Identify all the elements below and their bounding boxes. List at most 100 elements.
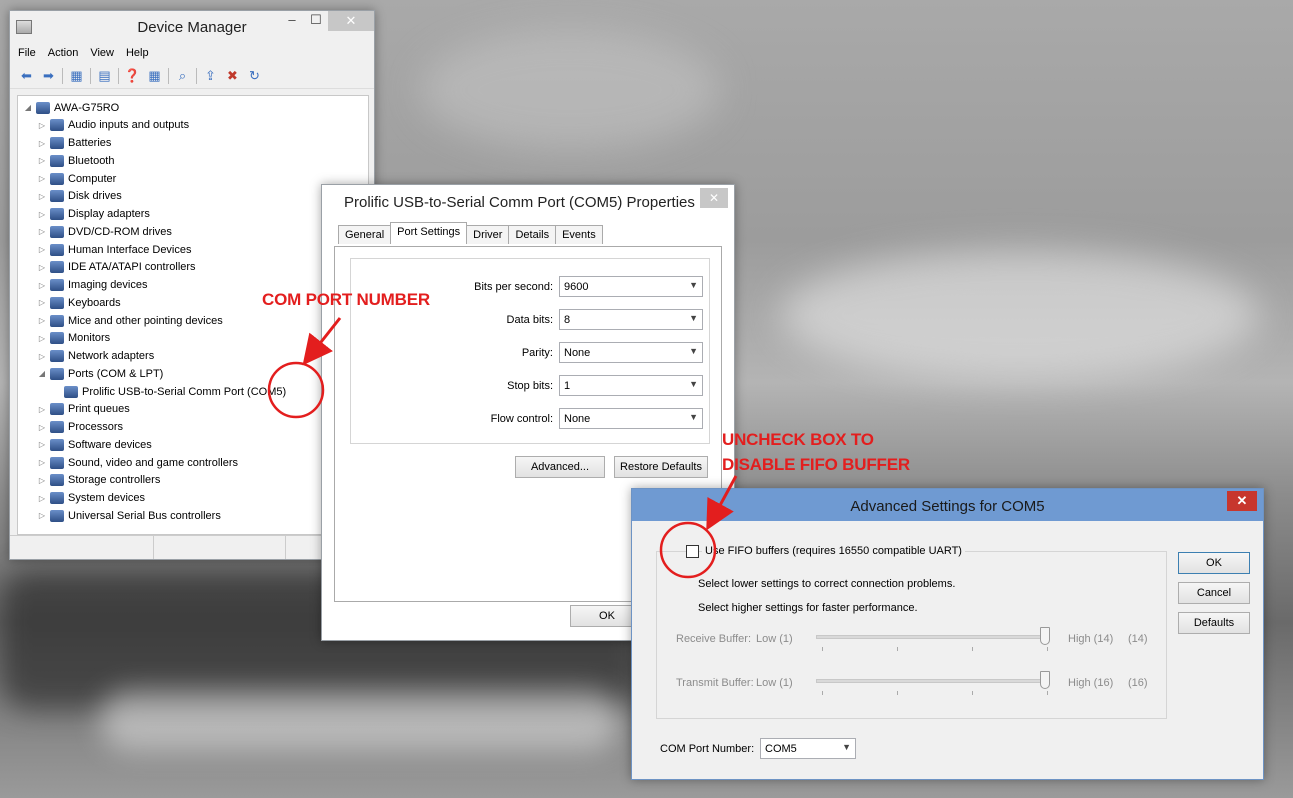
adv-defaults-button[interactable]: Defaults <box>1178 612 1250 634</box>
bits-per-second-value: 9600 <box>564 280 589 293</box>
bits-per-second-select[interactable]: 9600 ▼ <box>559 276 703 297</box>
expander-icon[interactable]: ▷ <box>36 511 48 520</box>
advanced-close-button[interactable]: ✕ <box>1227 491 1257 511</box>
expander-icon[interactable]: ▷ <box>36 476 48 485</box>
expander-icon[interactable]: ▷ <box>36 139 48 148</box>
parity-select[interactable]: None ▼ <box>559 342 703 363</box>
expander-icon[interactable]: ▷ <box>36 334 48 343</box>
tree-item[interactable]: ▷ Keyboards <box>36 294 121 311</box>
com-port-number-select[interactable]: COM5 ▼ <box>760 738 856 759</box>
minimize-button[interactable]: – <box>280 11 304 31</box>
tree-item[interactable]: ▷ Mice and other pointing devices <box>36 312 223 329</box>
menu-help[interactable]: Help <box>126 47 149 59</box>
expander-icon[interactable]: ▷ <box>36 121 48 130</box>
expander-icon[interactable]: ▷ <box>36 458 48 467</box>
flow-control-select[interactable]: None ▼ <box>559 408 703 429</box>
expander-icon[interactable]: ◢ <box>36 369 48 378</box>
expander-icon[interactable]: ▷ <box>36 281 48 290</box>
expander-icon[interactable]: ▷ <box>36 440 48 449</box>
view-icon[interactable]: ▦ <box>146 68 163 84</box>
tab-port-settings[interactable]: Port Settings <box>390 222 468 244</box>
flow-control-value: None <box>564 412 591 425</box>
expander-icon[interactable]: ▷ <box>36 263 48 272</box>
advanced-title: Advanced Settings for COM5 <box>850 498 1045 515</box>
tree-item-label: Software devices <box>68 438 152 451</box>
tree-item[interactable]: ▷ Disk drives <box>36 188 122 205</box>
tab-events[interactable]: Events <box>555 225 603 244</box>
tree-item[interactable]: ▷ Software devices <box>36 436 152 453</box>
tree-item[interactable]: ▷ Sound, video and game controllers <box>36 454 238 471</box>
adv-ok-button[interactable]: OK <box>1178 552 1250 574</box>
back-arrow-icon[interactable]: ⬅ <box>18 68 35 84</box>
properties-icon[interactable]: ▤ <box>96 68 113 84</box>
expander-icon[interactable]: ▷ <box>36 405 48 414</box>
properties-tabs: General Port Settings Driver Details Eve… <box>338 222 603 244</box>
receive-buffer-slider[interactable] <box>816 635 1048 639</box>
close-button[interactable]: ✕ <box>328 11 374 31</box>
menu-view[interactable]: View <box>90 47 114 59</box>
expander-icon[interactable]: ◢ <box>22 103 34 112</box>
data-bits-select[interactable]: 8 ▼ <box>559 309 703 330</box>
properties-close-button[interactable]: ✕ <box>700 188 728 208</box>
menu-action[interactable]: Action <box>48 47 79 59</box>
update-driver-icon[interactable]: ⇪ <box>202 68 219 84</box>
device-category-icon <box>50 243 64 256</box>
expander-icon[interactable]: ▷ <box>36 174 48 183</box>
tree-item[interactable]: ▷ Processors <box>36 419 123 436</box>
expander-icon[interactable]: ▷ <box>36 245 48 254</box>
scan-hardware-icon[interactable]: ⌕ <box>174 68 191 84</box>
tree-item[interactable]: ▷ Audio inputs and outputs <box>36 117 189 134</box>
tree-item[interactable]: ▷ Universal Serial Bus controllers <box>36 507 221 524</box>
fifo-checkbox-label[interactable]: Use FIFO buffers (requires 16550 compati… <box>702 545 965 557</box>
advanced-titlebar[interactable]: Advanced Settings for COM5 ✕ <box>632 489 1263 521</box>
tree-item[interactable]: ▷ System devices <box>36 490 145 507</box>
tree-item[interactable]: ▷ Batteries <box>36 135 111 152</box>
tree-item-label: Storage controllers <box>68 474 161 487</box>
tree-item[interactable]: ▷ DVD/CD-ROM drives <box>36 223 172 240</box>
tree-item[interactable]: ▷ Network adapters <box>36 348 154 365</box>
tree-item[interactable]: ▷ Imaging devices <box>36 277 148 294</box>
tree-item[interactable]: Prolific USB-to-Serial Comm Port (COM5) <box>50 383 286 400</box>
tree-item[interactable]: ▷ Monitors <box>36 330 110 347</box>
expander-icon[interactable]: ▷ <box>36 298 48 307</box>
transmit-buffer-slider[interactable] <box>816 679 1048 683</box>
menu-file[interactable]: File <box>18 47 36 59</box>
expander-icon[interactable]: ▷ <box>36 352 48 361</box>
maximize-button[interactable]: ☐ <box>304 11 328 31</box>
device-manager-titlebar[interactable]: Device Manager – ☐ ✕ <box>10 11 374 43</box>
tab-details[interactable]: Details <box>508 225 557 244</box>
help-icon[interactable]: ❓ <box>124 68 141 84</box>
adv-cancel-button[interactable]: Cancel <box>1178 582 1250 604</box>
tree-item[interactable]: ◢ AWA-G75RO <box>22 99 119 116</box>
tree-item[interactable]: ▷ Storage controllers <box>36 472 160 489</box>
fifo-checkbox[interactable] <box>686 545 699 558</box>
transmit-slider-thumb[interactable] <box>1040 671 1050 689</box>
tree-item[interactable]: ▷ Bluetooth <box>36 152 114 169</box>
tree-item[interactable]: ◢ Ports (COM & LPT) <box>36 365 163 382</box>
tree-item[interactable]: ▷ Computer <box>36 170 116 187</box>
expander-icon[interactable]: ▷ <box>36 423 48 432</box>
expander-icon[interactable]: ▷ <box>36 156 48 165</box>
expander-icon[interactable]: ▷ <box>36 494 48 503</box>
expander-icon[interactable]: ▷ <box>36 227 48 236</box>
tree-item[interactable]: ▷ Display adapters <box>36 206 150 223</box>
tree-item[interactable]: ▷ Human Interface Devices <box>36 241 192 258</box>
expander-icon[interactable]: ▷ <box>36 192 48 201</box>
restore-defaults-button[interactable]: Restore Defaults <box>614 456 708 478</box>
tree-item[interactable]: ▷ Print queues <box>36 401 130 418</box>
show-hide-console-icon[interactable]: ▦ <box>68 68 85 84</box>
enable-device-icon[interactable]: ↻ <box>246 68 263 84</box>
stop-bits-select[interactable]: 1 ▼ <box>559 375 703 396</box>
tab-driver[interactable]: Driver <box>466 225 510 244</box>
stop-bits-value: 1 <box>564 379 571 392</box>
tab-general[interactable]: General <box>338 225 392 244</box>
expander-icon[interactable]: ▷ <box>36 316 48 325</box>
receive-slider-thumb[interactable] <box>1040 627 1050 645</box>
annotation-com-port: COM PORT NUMBER <box>262 290 430 309</box>
uninstall-device-icon[interactable]: ✖ <box>224 68 241 84</box>
forward-arrow-icon[interactable]: ➡ <box>40 68 57 84</box>
advanced-button[interactable]: Advanced... <box>515 456 605 478</box>
properties-titlebar[interactable]: Prolific USB-to-Serial Comm Port (COM5) … <box>322 185 734 215</box>
expander-icon[interactable]: ▷ <box>36 210 48 219</box>
tree-item[interactable]: ▷ IDE ATA/ATAPI controllers <box>36 259 196 276</box>
